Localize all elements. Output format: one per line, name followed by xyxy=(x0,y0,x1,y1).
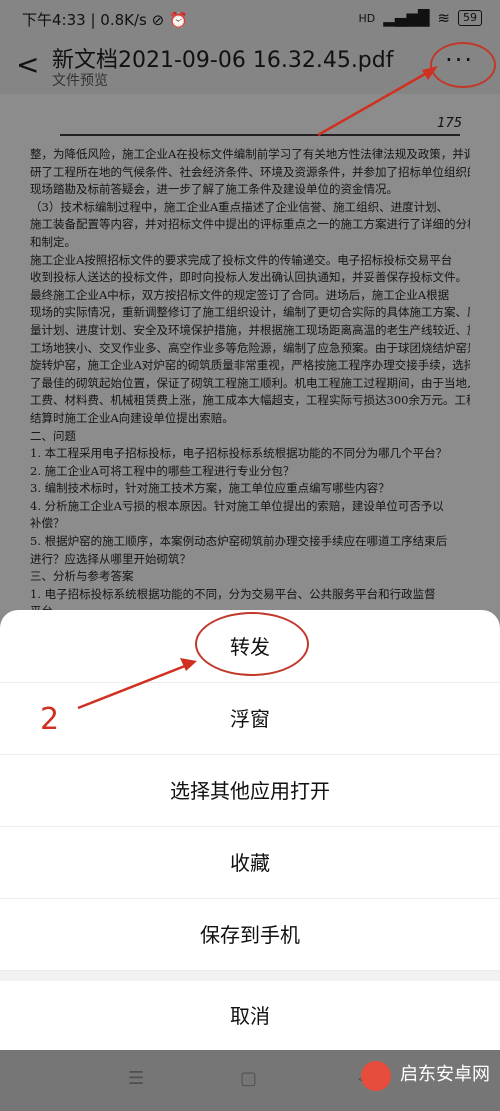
sheet-divider xyxy=(0,971,500,981)
battery-icon: 59 xyxy=(458,10,482,26)
status-bar: 下午4:33 | 0.8K/s ⊘ ⏰ HD ▂▄▆█ ≋ 59 xyxy=(0,0,500,36)
document-line: 进行？应选择从哪里开始砌筑？ xyxy=(30,551,191,566)
signal-icon: ▂▄▆█ xyxy=(383,9,430,27)
cancel-button[interactable]: 取消 xyxy=(0,981,500,1051)
document-line: 工场地狭小、交叉作业多、高空作业多等危险源，编制了应急预案。由于球团烧结炉窑是 xyxy=(30,340,470,355)
document-line: 4. 分析施工企业A亏损的根本原因。针对施工单位提出的索赔，建设单位可否予以 xyxy=(30,498,444,513)
watermark-icon xyxy=(361,1060,392,1091)
document-line: 3. 编制技术标时，针对施工技术方案，施工单位应重点编写哪些内容？ xyxy=(30,481,390,496)
annotation-circle-forward xyxy=(195,612,309,676)
wifi-icon: ≋ xyxy=(437,9,450,27)
document-line: 现场的实际情况，重新调整修订了施工组织设计，编制了更切合实际的具体施工方案、质 xyxy=(30,305,470,320)
open-with-other-app-button[interactable]: 选择其他应用打开 xyxy=(0,756,500,827)
share-action-sheet: 转发 浮窗 选择其他应用打开 收藏 保存到手机 取消 xyxy=(0,610,500,1050)
menu-nav-icon[interactable]: ☰ xyxy=(128,1068,144,1089)
network-speed: 0.8K/s xyxy=(100,11,147,29)
document-text: 整，为降低风险，施工企业A在投标文件编制前学习了有关地方性法律法规及政策，并调研… xyxy=(30,146,470,614)
document-line: 补偿？ xyxy=(30,516,65,531)
mute-icon: ⊘ xyxy=(151,11,165,29)
watermark-name: 启东安卓网 xyxy=(400,1064,490,1085)
app-header: < 新文档2021-09-06 16.32.45.pdf 文件预览 ··· xyxy=(0,36,500,94)
alarm-icon: ⏰ xyxy=(169,11,188,29)
document-line: 整，为降低风险，施工企业A在投标文件编制前学习了有关地方性法律法规及政策，并调 xyxy=(30,147,470,161)
document-line: 2. 施工企业A可将工程中的哪些工程进行专业分包？ xyxy=(30,463,295,478)
clock: 下午4:33 xyxy=(22,11,86,29)
annotation-circle-more xyxy=(430,42,496,88)
document-line: 收到投标人送达的投标文件，即时向投标人发出确认回执通知，并妥善保存投标文件。 xyxy=(30,270,467,285)
document-line: 最终施工企业A中标，双方按招标文件的规定签订了合同。进场后，施工企业A根据 xyxy=(30,287,450,302)
document-line: （3）技术标编制过程中，施工企业A重点描述了企业信誉、施工组织、进度计划、 xyxy=(30,199,449,214)
document-line: 结算时施工企业A向建设单位提出索赔。 xyxy=(30,410,234,425)
document-line: 和制定。 xyxy=(30,234,76,249)
document-line: 了最佳的砌筑起始位置，保证了砌筑工程施工顺利。机电工程施工过程期间，由于当地人 xyxy=(30,375,470,390)
document-line: 5. 根据炉窑的施工顺序，本案例动态炉窑砌筑前办理交接手续应在哪道工序结束后 xyxy=(30,534,448,549)
back-arrow-icon[interactable]: < xyxy=(16,48,39,81)
document-line: 工费、材料费、机械租赁费上涨，施工成本大幅超支，工程实际亏损达300余万元。工程 xyxy=(30,393,470,408)
document-line: 二、问题 xyxy=(30,428,76,443)
hd-label: HD xyxy=(358,11,376,25)
document-line: 三、分析与参考答案 xyxy=(30,569,134,584)
floating-window-button[interactable]: 浮窗 xyxy=(0,684,500,755)
document-line: 1. 本工程采用电子招标投标，电子招标投标系统根据功能的不同分为哪几个平台？ xyxy=(30,446,448,461)
page-number: 175 xyxy=(437,116,462,131)
home-nav-icon[interactable]: ▢ xyxy=(240,1068,257,1089)
document-line: 施工装备配置等内容，并对招标文件中提出的评标重点之一的施工方案进行了详细的分析 xyxy=(30,217,470,232)
document-line: 研了工程所在地的气候条件、社会经济条件、环境及资源条件，并参加了招标单位组织的 xyxy=(30,164,470,179)
document-line: 现场踏勘及标前答疑会，进一步了解了施工条件及建设单位的资金情况。 xyxy=(30,182,398,197)
document-preview[interactable]: 175 整，为降低风险，施工企业A在投标文件编制前学习了有关地方性法律法规及政策… xyxy=(0,94,500,614)
header-rule xyxy=(60,134,460,136)
annotation-number-2: 2 xyxy=(40,702,60,737)
document-line: 施工企业A按照招标文件的要求完成了投标文件的传输递交。电子招标投标交易平台 xyxy=(30,252,453,267)
favorite-button[interactable]: 收藏 xyxy=(0,828,500,899)
document-line: 1. 电子招标投标系统根据功能的不同，分为交易平台、公共服务平台和行政监督 xyxy=(30,586,436,601)
document-line: 量计划、进度计划、安全及环境保护措施，并根据施工现场距离高温的老生产线较近、施 xyxy=(30,322,470,337)
save-to-phone-button[interactable]: 保存到手机 xyxy=(0,900,500,971)
document-line: 旋转炉窑，施工企业A对炉窑的砌筑质量非常重视，严格按施工程序办理交接手续，选择 xyxy=(30,358,470,373)
file-subtitle: 文件预览 xyxy=(52,73,108,89)
watermark-logo: 启东安卓网 xyxy=(361,1060,490,1091)
